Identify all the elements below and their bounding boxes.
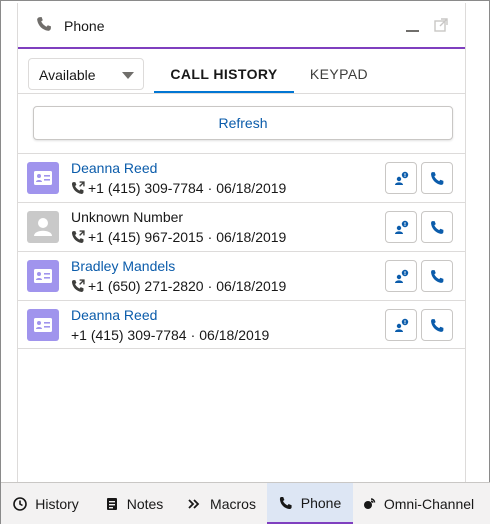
caller-number: +1 (415) 309-7784	[88, 180, 204, 196]
utility-item-macros[interactable]: Macros	[177, 483, 267, 524]
presence-status-select[interactable]: Available	[28, 58, 144, 90]
call-details: +1 (415) 309-7784 · 06/18/2019	[71, 327, 269, 343]
call-date: 06/18/2019	[199, 327, 270, 343]
call-details: +1 (415) 309-7784 · 06/18/2019	[71, 180, 286, 196]
log-call-icon	[395, 318, 409, 332]
macros-icon	[188, 499, 200, 509]
outgoing-call-icon	[72, 279, 85, 292]
log-call-button[interactable]	[385, 309, 417, 341]
call-back-button[interactable]	[421, 309, 453, 341]
separator-dot: ·	[207, 180, 213, 196]
tab-keypad[interactable]: KEYPAD	[294, 58, 384, 94]
panel-title: Phone	[64, 18, 105, 34]
caller-name: Unknown Number	[71, 209, 184, 225]
call-history-row: Deanna Reed +1 (415) 309-7784 · 06/18/2019	[18, 153, 465, 202]
clock-icon	[13, 497, 28, 511]
log-call-button[interactable]	[385, 211, 417, 243]
outgoing-call-icon	[72, 230, 85, 243]
call-back-button[interactable]	[421, 162, 453, 194]
chevron-down-icon	[122, 72, 134, 79]
separator-dot: ·	[207, 229, 213, 245]
caller-number: +1 (415) 967-2015	[88, 229, 204, 245]
log-call-icon	[395, 220, 409, 234]
contact-card-icon	[27, 309, 59, 341]
refresh-button[interactable]: Refresh	[33, 106, 453, 140]
call-details: +1 (415) 967-2015 · 06/18/2019	[71, 229, 286, 245]
phone-icon	[431, 221, 444, 234]
phone-icon	[431, 270, 444, 283]
utility-item-omni-channel[interactable]: Omni-Channel	[353, 483, 483, 524]
log-call-icon	[395, 269, 409, 283]
phone-icon	[431, 319, 444, 332]
call-history-row: Bradley Mandels +1 (650) 271-2820 · 06/18/2…	[18, 251, 465, 300]
notes-icon	[106, 498, 117, 510]
tab-call-history[interactable]: CALL HISTORY	[154, 58, 294, 94]
call-history-row: Unknown Number +1 (415) 967-2015 · 06/18/20…	[18, 202, 465, 251]
contact-card-icon	[27, 162, 59, 194]
utility-item-label: Phone	[300, 494, 342, 511]
utility-item-label: Notes	[126, 496, 164, 512]
tabs-divider	[18, 93, 465, 94]
utility-item-notes[interactable]: Notes	[91, 483, 177, 524]
omni-channel-icon	[363, 498, 376, 509]
outgoing-call-icon	[72, 181, 85, 194]
utility-bar: History Notes Macros Phone Omni-Channel	[1, 482, 490, 524]
call-back-button[interactable]	[421, 211, 453, 243]
utility-item-label: Omni-Channel	[383, 496, 475, 512]
caller-number: +1 (415) 309-7784	[71, 327, 187, 343]
phone-icon	[279, 496, 292, 509]
caller-name[interactable]: Deanna Reed	[71, 160, 157, 176]
separator-dot: ·	[190, 327, 196, 343]
utility-window: Phone Available CALL HISTORY KEYPAD Refr…	[0, 0, 490, 524]
utility-item-history[interactable]: History	[1, 483, 91, 524]
call-date: 06/18/2019	[216, 180, 287, 196]
presence-status-value: Available	[39, 67, 96, 83]
utility-item-phone[interactable]: Phone	[267, 483, 353, 524]
separator-dot: ·	[207, 278, 213, 294]
log-call-button[interactable]	[385, 260, 417, 292]
utility-item-label: Macros	[210, 496, 256, 512]
call-history-row: Deanna Reed +1 (415) 309-7784 · 06/18/2019	[18, 300, 465, 349]
caller-number: +1 (650) 271-2820	[88, 278, 204, 294]
popout-icon[interactable]	[434, 18, 448, 32]
call-date: 06/18/2019	[216, 278, 287, 294]
minimize-button[interactable]	[406, 30, 419, 32]
utility-item-label: History	[35, 496, 79, 512]
caller-name[interactable]: Deanna Reed	[71, 307, 157, 323]
call-details: +1 (650) 271-2820 · 06/18/2019	[71, 278, 286, 294]
call-history-list: Deanna Reed +1 (415) 309-7784 · 06/18/2019 U…	[18, 153, 465, 349]
call-date: 06/18/2019	[216, 229, 287, 245]
call-back-button[interactable]	[421, 260, 453, 292]
log-call-button[interactable]	[385, 162, 417, 194]
phone-icon	[37, 17, 51, 31]
phone-panel: Phone Available CALL HISTORY KEYPAD Refr…	[17, 3, 466, 483]
log-call-icon	[395, 171, 409, 185]
unknown-user-icon	[27, 211, 59, 243]
caller-name[interactable]: Bradley Mandels	[71, 258, 175, 274]
phone-icon	[431, 172, 444, 185]
panel-header: Phone	[18, 3, 465, 49]
contact-card-icon	[27, 260, 59, 292]
